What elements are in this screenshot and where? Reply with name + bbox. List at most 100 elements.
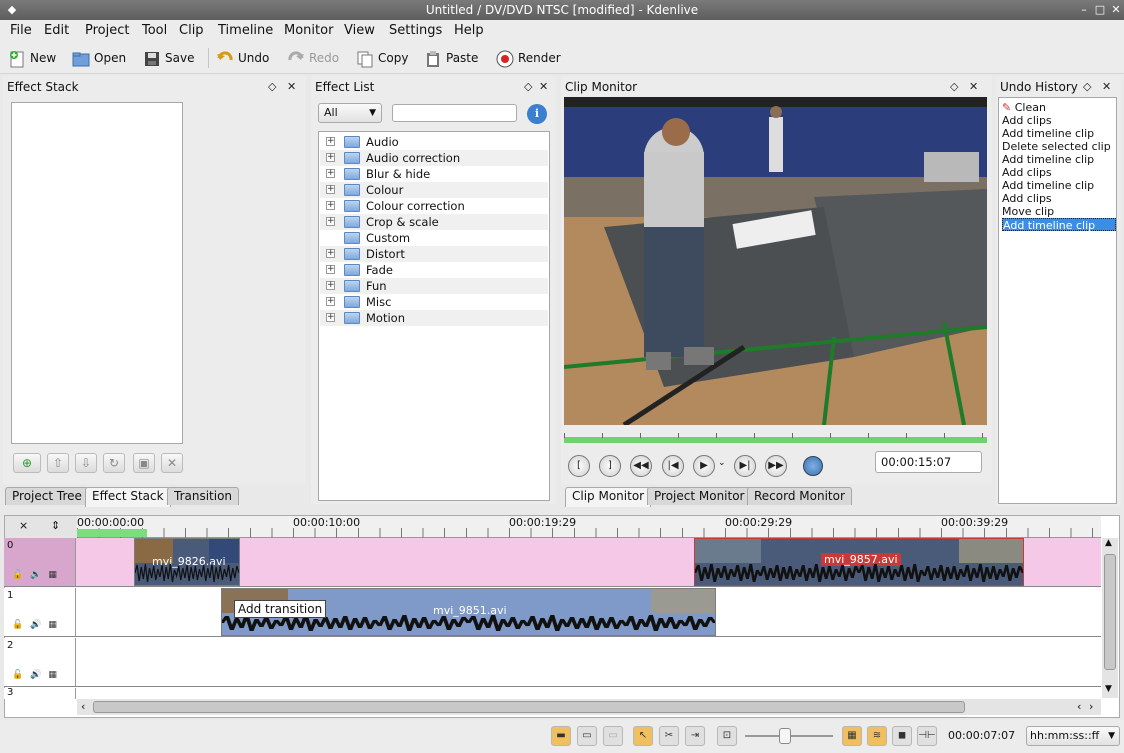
- timeline-horizontal-scrollbar[interactable]: ‹ ‹ ›: [77, 699, 1101, 715]
- new-button[interactable]: New: [8, 46, 56, 70]
- play-options-chevron-icon[interactable]: ⌄: [718, 458, 726, 468]
- tab-transition[interactable]: Transition: [167, 487, 240, 505]
- effect-stack-list[interactable]: [11, 102, 183, 444]
- move-down-button[interactable]: ⇩: [75, 453, 97, 473]
- undo-history-item[interactable]: Add timeline clip: [1002, 127, 1116, 140]
- move-up-button[interactable]: ⇧: [47, 453, 69, 473]
- menu-view[interactable]: View: [344, 23, 375, 38]
- expand-tracks-icon[interactable]: ⇕: [51, 519, 60, 532]
- effect-category-fun[interactable]: + Fun: [320, 278, 548, 294]
- tab-project-tree[interactable]: Project Tree: [5, 487, 89, 505]
- expand-icon[interactable]: +: [326, 201, 335, 210]
- tab-record-monitor[interactable]: Record Monitor: [747, 487, 852, 505]
- copy-button[interactable]: Copy: [356, 46, 408, 70]
- effect-search-input[interactable]: [392, 104, 517, 122]
- menu-clip[interactable]: Clip: [179, 23, 204, 38]
- redo-button[interactable]: Redo: [287, 46, 339, 70]
- zone-marker[interactable]: [77, 529, 147, 537]
- chevron-right-icon[interactable]: ›: [1089, 700, 1093, 713]
- expand-icon[interactable]: +: [326, 169, 335, 178]
- track-3[interactable]: 3: [4, 687, 1101, 699]
- snap-button[interactable]: ⊣⊢: [917, 726, 937, 746]
- timecode-format-select[interactable]: hh:mm:ss::ff ▼: [1026, 726, 1120, 746]
- monitor-timecode-field[interactable]: 00:00:15:07: [875, 451, 982, 473]
- undo-history-item[interactable]: Add clips: [1002, 166, 1116, 179]
- menu-timeline[interactable]: Timeline: [218, 23, 273, 38]
- set-zone-start-button[interactable]: [: [568, 455, 590, 477]
- scroll-thumb[interactable]: [93, 701, 965, 713]
- split-audio-button[interactable]: ▬: [551, 726, 571, 746]
- undo-history-item[interactable]: Add clips: [1002, 192, 1116, 205]
- expand-icon[interactable]: +: [326, 137, 335, 146]
- effect-category-misc[interactable]: + Misc: [320, 294, 548, 310]
- track-controls-icons[interactable]: 🔓🔊▦: [12, 620, 64, 630]
- close-panel-icon[interactable]: ✕: [1102, 80, 1111, 93]
- expand-icon[interactable]: +: [326, 217, 335, 226]
- scroll-thumb[interactable]: [1104, 554, 1116, 670]
- tab-effect-stack[interactable]: Effect Stack: [85, 487, 171, 507]
- expand-icon[interactable]: +: [326, 313, 335, 322]
- float-panel-icon[interactable]: ◇: [524, 80, 532, 93]
- add-effect-button[interactable]: ⊕: [13, 453, 41, 473]
- effect-category-fade[interactable]: + Fade: [320, 262, 548, 278]
- close-panel-icon[interactable]: ✕: [969, 80, 978, 93]
- minimize-icon[interactable]: –: [1076, 0, 1092, 20]
- undo-history-item[interactable]: Add clips: [1002, 114, 1116, 127]
- timeline-ruler[interactable]: 00:00:00:00 00:00:10:00 00:00:19:29 00:0…: [77, 516, 1101, 538]
- effect-category-distort[interactable]: + Distort: [320, 246, 548, 262]
- close-window-icon[interactable]: ✕: [1108, 0, 1124, 20]
- show-markers-button[interactable]: ◼: [892, 726, 912, 746]
- open-button[interactable]: Open: [72, 46, 126, 70]
- effect-category-blur-hide[interactable]: + Blur & hide: [320, 166, 548, 182]
- expand-icon[interactable]: +: [326, 153, 335, 162]
- menu-monitor[interactable]: Monitor: [284, 23, 333, 38]
- undo-history-item[interactable]: Move clip: [1002, 205, 1116, 218]
- clip-mvi-9826[interactable]: mvi_9826.avi: [134, 538, 240, 586]
- float-panel-icon[interactable]: ◇: [950, 80, 958, 93]
- close-panel-icon[interactable]: ✕: [539, 80, 548, 93]
- show-waveform-button[interactable]: ≋: [867, 726, 887, 746]
- paste-button[interactable]: Paste: [424, 46, 478, 70]
- spacer-tool-button[interactable]: ⇥: [685, 726, 705, 746]
- effect-category-crop-scale[interactable]: + Crop & scale: [320, 214, 548, 230]
- clip-mvi-9857[interactable]: mvi_9857.avi: [694, 538, 1024, 586]
- undo-history-item[interactable]: Add timeline clip: [1002, 153, 1116, 166]
- save-effect-button[interactable]: ▣: [133, 453, 155, 473]
- effect-filter-select[interactable]: All ▼: [318, 103, 382, 123]
- float-panel-icon[interactable]: ◇: [268, 80, 276, 93]
- expand-icon[interactable]: +: [326, 185, 335, 194]
- tab-clip-monitor[interactable]: Clip Monitor: [565, 487, 652, 507]
- chevron-up-icon[interactable]: ▲: [1105, 538, 1112, 548]
- delete-effect-button[interactable]: ✕: [161, 453, 183, 473]
- render-button[interactable]: Render: [496, 46, 561, 70]
- select-tool-button[interactable]: ↖: [633, 726, 653, 746]
- undo-history-item[interactable]: ✎ Clean: [1002, 101, 1116, 114]
- undo-history-item[interactable]: Add timeline clip: [1002, 218, 1116, 232]
- menu-help[interactable]: Help: [454, 23, 484, 38]
- expand-icon[interactable]: +: [326, 297, 335, 306]
- effect-category-colour-correction[interactable]: + Colour correction: [320, 198, 548, 214]
- reset-effect-button[interactable]: ↻: [103, 453, 125, 473]
- chevron-down-icon[interactable]: ▼: [1105, 684, 1112, 694]
- menu-file[interactable]: File: [10, 23, 32, 38]
- expand-icon[interactable]: +: [326, 265, 335, 274]
- float-panel-icon[interactable]: ◇: [1083, 80, 1091, 93]
- effect-category-audio-correction[interactable]: + Audio correction: [320, 150, 548, 166]
- zoom-fit-icon[interactable]: ⨯: [19, 519, 28, 532]
- rewind-frame-button[interactable]: |◀: [662, 455, 684, 477]
- effect-category-motion[interactable]: + Motion: [320, 310, 548, 326]
- video-frame[interactable]: [564, 97, 987, 425]
- expand-icon[interactable]: +: [326, 249, 335, 258]
- chevron-left-icon[interactable]: ‹: [1077, 700, 1081, 713]
- fit-zoom-button[interactable]: ⊡: [717, 726, 737, 746]
- rewind-button[interactable]: ◀◀: [630, 455, 652, 477]
- undo-button[interactable]: Undo: [216, 46, 269, 70]
- show-thumbnails-button[interactable]: ▦: [842, 726, 862, 746]
- timeline-vertical-scrollbar[interactable]: ▲ ▼: [1102, 538, 1118, 698]
- app-menu-icon[interactable]: ◆: [4, 0, 20, 20]
- set-zone-end-button[interactable]: ]: [599, 455, 621, 477]
- track-2[interactable]: 2 🔓🔊▦: [4, 638, 1101, 687]
- tab-project-monitor[interactable]: Project Monitor: [647, 487, 752, 505]
- mixed-button[interactable]: ▭: [603, 726, 623, 746]
- undo-history-item[interactable]: Delete selected clip: [1002, 140, 1116, 153]
